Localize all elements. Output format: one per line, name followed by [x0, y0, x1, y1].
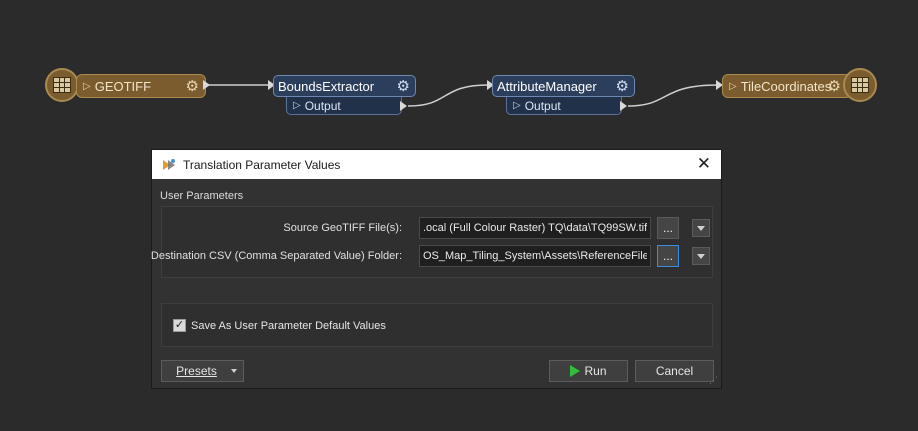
gear-icon[interactable]: ⚙: [828, 77, 841, 95]
writer-name: TileCoordinates: [740, 78, 832, 94]
save-defaults-label[interactable]: Save As User Parameter Default Values: [191, 320, 386, 332]
transformer-boundsextractor[interactable]: BoundsExtractor ⚙: [273, 75, 416, 97]
translation-parameters-dialog: Translation Parameter Values ✕ User Para…: [151, 149, 722, 389]
source-geotiff-input[interactable]: [419, 217, 651, 239]
chevron-down-icon: [697, 253, 705, 259]
run-label: Run: [584, 364, 607, 378]
save-defaults-group: ✓ Save As User Parameter Default Values: [161, 303, 713, 347]
presets-label: Presets: [176, 364, 217, 378]
dialog-title: Translation Parameter Values: [183, 157, 341, 172]
play-icon: [570, 365, 581, 377]
output-port-icon[interactable]: [203, 80, 210, 90]
chevron-down-icon: [697, 225, 705, 231]
chevron-down-icon: [231, 369, 237, 373]
source-browse-button[interactable]: ...: [657, 217, 679, 239]
presets-button[interactable]: Presets: [161, 360, 244, 382]
destination-browse-button[interactable]: ...: [657, 245, 679, 267]
user-parameters-label: User Parameters: [160, 190, 244, 202]
output-port-row[interactable]: ▷ Output: [506, 97, 622, 115]
transformer-name: BoundsExtractor: [278, 78, 375, 94]
expand-arrow-icon[interactable]: ▷: [293, 100, 301, 111]
source-options-dropdown[interactable]: [692, 219, 710, 237]
output-port-label: Output: [524, 98, 561, 113]
writer-icon[interactable]: [843, 68, 877, 102]
reader-name: GEOTIFF: [94, 78, 152, 94]
transformer-name: AttributeManager: [497, 78, 597, 94]
close-icon[interactable]: ✕: [697, 154, 711, 174]
gear-icon[interactable]: ⚙: [397, 77, 410, 95]
dialog-titlebar[interactable]: Translation Parameter Values ✕: [152, 150, 721, 179]
destination-csv-input[interactable]: [419, 245, 651, 267]
gear-icon[interactable]: ⚙: [616, 77, 629, 95]
user-parameters-group: Source GeoTIFF File(s): ... Destination …: [151, 206, 713, 278]
reader-feature-type[interactable]: ▷ GEOTIFF ⚙: [76, 74, 206, 98]
table-writer-icon: [851, 77, 869, 93]
run-button[interactable]: Run: [549, 360, 628, 382]
destination-csv-label: Destination CSV (Comma Separated Value) …: [150, 250, 402, 262]
source-geotiff-label: Source GeoTIFF File(s):: [283, 222, 402, 234]
reader-icon[interactable]: [45, 68, 79, 102]
output-port-row[interactable]: ▷ Output: [286, 97, 402, 115]
expand-arrow-icon[interactable]: ▷: [513, 100, 521, 111]
resize-grip-icon[interactable]: ⋰: [709, 376, 719, 386]
expand-arrow-icon[interactable]: ▷: [729, 81, 737, 92]
fme-app-icon: [161, 157, 177, 173]
cancel-button[interactable]: Cancel: [635, 360, 714, 382]
raster-table-icon: [53, 77, 71, 93]
output-port-icon[interactable]: [400, 101, 407, 111]
writer-feature-type[interactable]: ▷ TileCoordinates ⚙: [722, 74, 852, 98]
output-port-label: Output: [304, 98, 341, 113]
destination-options-dropdown[interactable]: [692, 247, 710, 265]
output-port-icon[interactable]: [620, 101, 627, 111]
expand-arrow-icon[interactable]: ▷: [83, 81, 91, 92]
save-defaults-checkbox[interactable]: ✓: [173, 319, 186, 332]
gear-icon[interactable]: ⚙: [186, 77, 199, 95]
transformer-attributemanager[interactable]: AttributeManager ⚙: [492, 75, 635, 97]
